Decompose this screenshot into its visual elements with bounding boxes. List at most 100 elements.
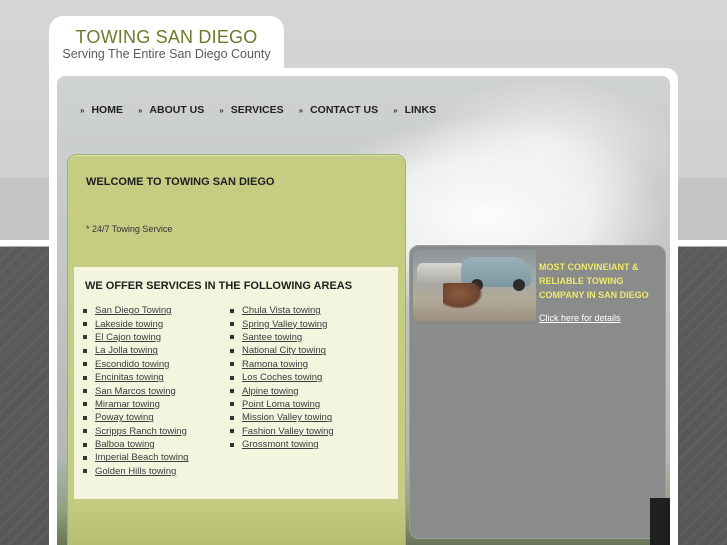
list-item: Imperial Beach towing: [83, 451, 188, 464]
list-item: National City towing: [230, 344, 334, 357]
list-item: Alpine towing: [230, 384, 334, 397]
bullet-icon: [83, 322, 87, 327]
area-link[interactable]: San Diego Towing: [95, 305, 171, 316]
area-link[interactable]: San Marcos towing: [95, 386, 176, 397]
area-link[interactable]: Grossmont towing: [242, 439, 319, 450]
promo-panel: MOST CONVINEIANT & RELIABLE TOWING COMPA…: [409, 245, 666, 539]
area-link[interactable]: National City towing: [242, 345, 326, 356]
list-item: Grossmont towing: [230, 438, 334, 451]
list-item: Lakeside towing: [83, 317, 188, 330]
area-link[interactable]: Los Coches towing: [242, 372, 322, 383]
welcome-panel: WELCOME TO TOWING SAN DIEGO * 24/7 Towin…: [67, 154, 406, 545]
area-link[interactable]: Alpine towing: [242, 386, 299, 397]
area-link[interactable]: Balboa towing: [95, 439, 155, 450]
area-link[interactable]: Golden Hills towing: [95, 466, 176, 477]
list-item: Balboa towing: [83, 438, 188, 451]
bullet-icon: [83, 348, 87, 353]
area-link[interactable]: Point Loma towing: [242, 399, 320, 410]
area-link[interactable]: Chula Vista towing: [242, 305, 321, 316]
double-chevron-icon: »: [137, 105, 143, 115]
wheel-shape: [513, 279, 525, 291]
list-item: San Marcos towing: [83, 384, 188, 397]
area-link[interactable]: Escondido towing: [95, 359, 169, 370]
nav-label: LINKS: [404, 104, 437, 116]
nav-home[interactable]: » HOME: [80, 103, 123, 117]
bullet-icon: [230, 429, 234, 434]
area-link[interactable]: Fashion Valley towing: [242, 426, 334, 437]
list-item: Chula Vista towing: [230, 304, 334, 317]
bullet-icon: [83, 442, 87, 447]
double-chevron-icon: »: [393, 105, 398, 115]
double-chevron-icon: »: [298, 105, 304, 115]
area-link[interactable]: Imperial Beach towing: [95, 452, 188, 463]
bullet-icon: [83, 335, 87, 340]
bullet-icon: [83, 455, 87, 460]
list-item: Poway towing: [83, 411, 188, 424]
list-item: La Jolla towing: [83, 344, 188, 357]
cloud-decoration: [417, 76, 670, 226]
bullet-icon: [83, 362, 87, 367]
bullet-icon: [230, 335, 234, 340]
service-areas-list-right: Chula Vista towing Spring Valley towing …: [230, 304, 334, 451]
details-link[interactable]: Click here for details: [539, 313, 621, 323]
double-chevron-icon: »: [219, 105, 224, 115]
corner-decoration: [650, 498, 670, 545]
area-link[interactable]: Lakeside towing: [95, 319, 163, 330]
promo-headline: MOST CONVINEIANT & RELIABLE TOWING COMPA…: [539, 262, 649, 300]
bullet-icon: [230, 442, 234, 447]
area-link[interactable]: Spring Valley towing: [242, 319, 327, 330]
list-item: Los Coches towing: [230, 371, 334, 384]
service-areas-box: WE OFFER SERVICES IN THE FOLLOWING AREAS…: [74, 267, 398, 499]
service-areas-list-left: San Diego Towing Lakeside towing El Cajo…: [83, 304, 188, 478]
nav-services[interactable]: » SERVICES: [219, 103, 283, 117]
bullet-icon: [230, 389, 234, 394]
nav-links[interactable]: » LINKS: [393, 103, 436, 117]
area-link[interactable]: Santee towing: [242, 332, 302, 343]
main-nav: » HOME » ABOUT US » SERVICES » CONTACT US » L…: [80, 103, 451, 117]
area-link[interactable]: Poway towing: [95, 412, 154, 423]
list-item: Point Loma towing: [230, 398, 334, 411]
list-item: Escondido towing: [83, 358, 188, 371]
nav-contact-us[interactable]: » CONTACT US: [299, 103, 379, 117]
site-title[interactable]: TOWING SAN DIEGO: [49, 27, 284, 48]
towing-photo: [413, 249, 536, 321]
bullet-icon: [230, 308, 234, 313]
bullet-icon: [230, 362, 234, 367]
list-item: El Cajon towing: [83, 331, 188, 344]
list-item: Golden Hills towing: [83, 465, 188, 478]
bullet-icon: [83, 375, 87, 380]
nav-about-us[interactable]: » ABOUT US: [138, 103, 204, 117]
service-areas-title: WE OFFER SERVICES IN THE FOLLOWING AREAS: [85, 280, 353, 292]
person-shape: [443, 283, 483, 309]
site-subtitle: Serving The Entire San Diego County: [62, 47, 271, 61]
nav-label: HOME: [91, 104, 123, 116]
bullet-icon: [83, 308, 87, 313]
bullet-icon: [83, 389, 87, 394]
header: TOWING SAN DIEGO Serving The Entire San …: [49, 16, 284, 76]
area-link[interactable]: Mission Valley towing: [242, 412, 332, 423]
bullet-icon: [83, 469, 87, 474]
panel-footer: [68, 499, 405, 545]
list-item: Spring Valley towing: [230, 317, 334, 330]
nav-label: SERVICES: [230, 104, 284, 116]
bullet-icon: [230, 402, 234, 407]
nav-label: ABOUT US: [149, 104, 205, 116]
list-item: San Diego Towing: [83, 304, 188, 317]
list-item: Scripps Ranch towing: [83, 425, 188, 438]
nav-label: CONTACT US: [310, 104, 379, 116]
area-link[interactable]: Encinitas towing: [95, 372, 164, 383]
area-link[interactable]: Scripps Ranch towing: [95, 426, 187, 437]
bullet-icon: [83, 415, 87, 420]
list-item: Mission Valley towing: [230, 411, 334, 424]
bullet-icon: [83, 402, 87, 407]
list-item: Fashion Valley towing: [230, 425, 334, 438]
welcome-text: * 24/7 Towing Service: [86, 224, 173, 234]
list-item: Miramar towing: [83, 398, 188, 411]
area-link[interactable]: La Jolla towing: [95, 345, 158, 356]
list-item: Ramona towing: [230, 358, 334, 371]
bullet-icon: [230, 322, 234, 327]
area-link[interactable]: El Cajon towing: [95, 332, 161, 343]
double-chevron-icon: »: [80, 105, 85, 115]
area-link[interactable]: Ramona towing: [242, 359, 308, 370]
area-link[interactable]: Miramar towing: [95, 399, 160, 410]
